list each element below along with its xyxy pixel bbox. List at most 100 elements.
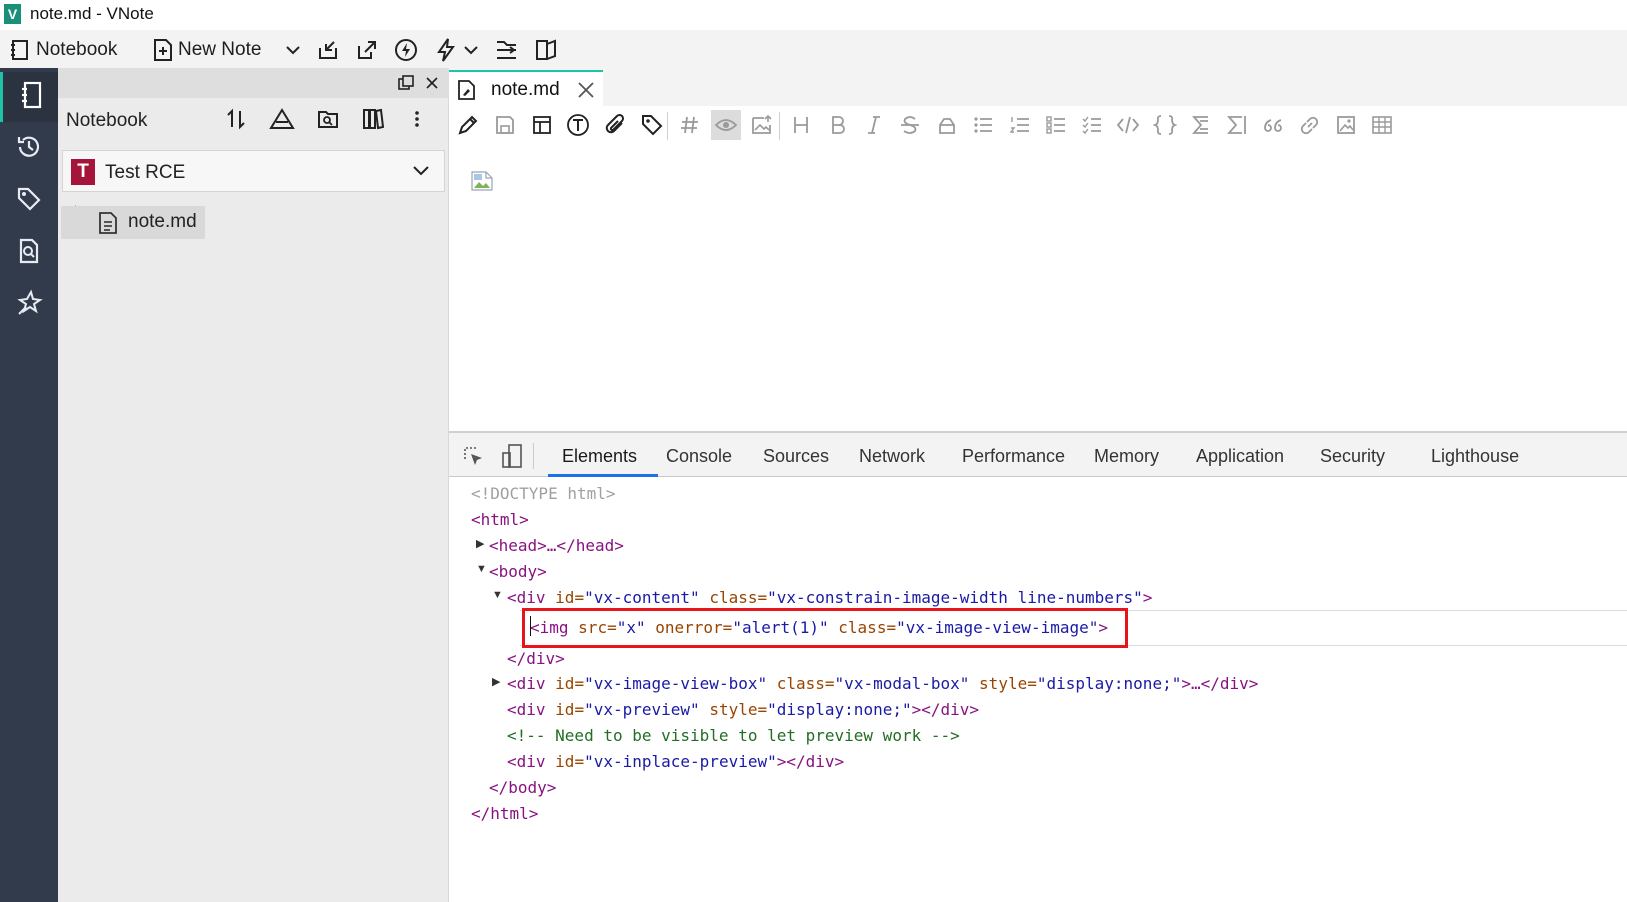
window-title: note.md - VNote bbox=[30, 4, 154, 23]
strikethrough-icon bbox=[899, 114, 921, 136]
float-panel-button[interactable] bbox=[398, 75, 414, 91]
unordered-list-button[interactable] bbox=[968, 110, 998, 140]
todo-list-button[interactable] bbox=[1041, 110, 1071, 140]
dom-body-close[interactable]: </body> bbox=[489, 778, 556, 797]
toolbar-separator bbox=[533, 443, 534, 469]
preview-toggle-button[interactable] bbox=[711, 110, 741, 140]
bullet-list-icon bbox=[972, 114, 994, 136]
dom-body-open[interactable]: <body> bbox=[489, 562, 547, 581]
quote-button[interactable] bbox=[1258, 110, 1288, 140]
attachment-button[interactable] bbox=[601, 110, 631, 140]
dom-head[interactable]: <head>…</head> bbox=[489, 536, 624, 555]
checked-todo-button[interactable] bbox=[1077, 110, 1107, 140]
outline-button[interactable] bbox=[527, 110, 557, 140]
notebook-menu-button[interactable]: Notebook bbox=[8, 36, 117, 64]
expand-triangle-icon[interactable]: ▶ bbox=[476, 537, 484, 550]
tag-button[interactable] bbox=[637, 110, 667, 140]
strikethrough-button[interactable] bbox=[895, 110, 925, 140]
dom-comment[interactable]: <!-- Need to be visible to let preview w… bbox=[507, 726, 960, 745]
dom-div-close[interactable]: </div> bbox=[507, 649, 565, 668]
inline-code-button[interactable] bbox=[1113, 110, 1143, 140]
dom-attr: class= bbox=[776, 674, 835, 693]
ordered-list-button[interactable] bbox=[1005, 110, 1035, 140]
activity-search[interactable] bbox=[0, 228, 58, 278]
chevron-down-icon bbox=[411, 160, 431, 185]
new-note-button[interactable]: New Note bbox=[152, 36, 261, 64]
checklist-icon bbox=[1081, 114, 1103, 136]
dom-div-content[interactable]: <div id="vx-content" class="vx-constrain… bbox=[507, 588, 1152, 607]
close-panel-button[interactable] bbox=[424, 75, 440, 91]
activity-tags[interactable] bbox=[0, 176, 58, 226]
devtools-tab-console[interactable]: Console bbox=[666, 446, 732, 467]
close-tab-button[interactable] bbox=[576, 80, 596, 105]
sigma-box-icon bbox=[1226, 114, 1248, 136]
quick-access-dropdown[interactable] bbox=[463, 36, 479, 64]
node-type-button[interactable] bbox=[268, 106, 296, 136]
bold-button[interactable] bbox=[823, 110, 853, 140]
dom-html-close[interactable]: </html> bbox=[471, 804, 538, 823]
section-number-button[interactable] bbox=[675, 110, 705, 140]
dom-value: "display:none;" bbox=[1036, 674, 1182, 693]
folder-search-icon bbox=[316, 107, 340, 136]
mark-button[interactable] bbox=[932, 110, 962, 140]
collapse-triangle-icon[interactable]: ▼ bbox=[492, 589, 503, 601]
image-host-button[interactable] bbox=[747, 110, 777, 140]
devtools-tab-application[interactable]: Application bbox=[1196, 446, 1284, 467]
notebook-icon bbox=[8, 38, 32, 62]
inspect-element-button[interactable] bbox=[462, 445, 486, 474]
expand-triangle-icon[interactable]: ▶ bbox=[492, 675, 500, 688]
dom-tag: ></div> bbox=[911, 700, 980, 719]
quick-access-button[interactable] bbox=[434, 36, 458, 64]
devtools-tab-security[interactable]: Security bbox=[1320, 446, 1385, 467]
math-block-button[interactable] bbox=[1222, 110, 1252, 140]
devtools-tab-performance[interactable]: Performance bbox=[962, 446, 1065, 467]
app-logo: V bbox=[4, 4, 21, 24]
heading-button[interactable] bbox=[786, 110, 816, 140]
bold-icon bbox=[828, 114, 848, 136]
pencil-icon bbox=[456, 113, 480, 137]
word-count-button[interactable] bbox=[563, 110, 593, 140]
devtools-tab-sources[interactable]: Sources bbox=[763, 446, 829, 467]
braces-icon bbox=[1153, 114, 1177, 136]
dom-tag: <div bbox=[507, 752, 546, 771]
devtools-tab-lighthouse[interactable]: Lighthouse bbox=[1431, 446, 1519, 467]
task-button[interactable] bbox=[494, 36, 520, 64]
link-button[interactable] bbox=[1295, 110, 1325, 140]
more-options-button[interactable] bbox=[403, 106, 431, 136]
inline-math-button[interactable] bbox=[1186, 110, 1216, 140]
new-note-dropdown[interactable] bbox=[284, 36, 302, 64]
export-button[interactable] bbox=[355, 36, 379, 64]
lightning-icon bbox=[434, 37, 458, 63]
save-button[interactable] bbox=[490, 110, 520, 140]
collapse-triangle-icon[interactable]: ▼ bbox=[476, 563, 487, 575]
eye-icon bbox=[714, 115, 738, 135]
import-button[interactable] bbox=[316, 36, 340, 64]
activity-notebook[interactable] bbox=[0, 72, 58, 122]
devtools-tab-network[interactable]: Network bbox=[859, 446, 925, 467]
sort-button[interactable] bbox=[222, 106, 250, 136]
activity-history[interactable] bbox=[0, 124, 58, 174]
notebook-menu-label: Notebook bbox=[36, 39, 118, 60]
expand-button[interactable] bbox=[533, 36, 559, 64]
dom-div-image-view-box[interactable]: <div id="vx-image-view-box" class="vx-mo… bbox=[507, 674, 1258, 693]
device-toolbar-button[interactable] bbox=[500, 443, 524, 474]
devtools-tab-memory[interactable]: Memory bbox=[1094, 446, 1159, 467]
edit-button[interactable] bbox=[453, 110, 483, 140]
table-button[interactable] bbox=[1367, 110, 1397, 140]
code-block-button[interactable] bbox=[1150, 110, 1180, 140]
image-button[interactable] bbox=[1331, 110, 1361, 140]
italic-button[interactable] bbox=[859, 110, 889, 140]
task-icon bbox=[494, 38, 520, 62]
dom-html-open[interactable]: <html> bbox=[471, 510, 529, 529]
activity-snippets[interactable] bbox=[0, 280, 58, 330]
locate-button[interactable] bbox=[314, 106, 342, 136]
flash-note-button[interactable] bbox=[393, 36, 419, 64]
dom-doctype[interactable]: <!DOCTYPE html> bbox=[471, 484, 616, 503]
dom-tag: >…</div> bbox=[1181, 674, 1259, 693]
dom-tag: <div bbox=[507, 674, 546, 693]
dom-div-inplace-preview[interactable]: <div id="vx-inplace-preview"></div> bbox=[507, 752, 844, 771]
dom-value: "vx-constrain-image-width line-numbers" bbox=[767, 588, 1143, 607]
manage-notebooks-button[interactable] bbox=[359, 106, 387, 136]
devtools-tab-elements[interactable]: Elements bbox=[562, 446, 637, 467]
dom-div-preview[interactable]: <div id="vx-preview" style="display:none… bbox=[507, 700, 979, 719]
